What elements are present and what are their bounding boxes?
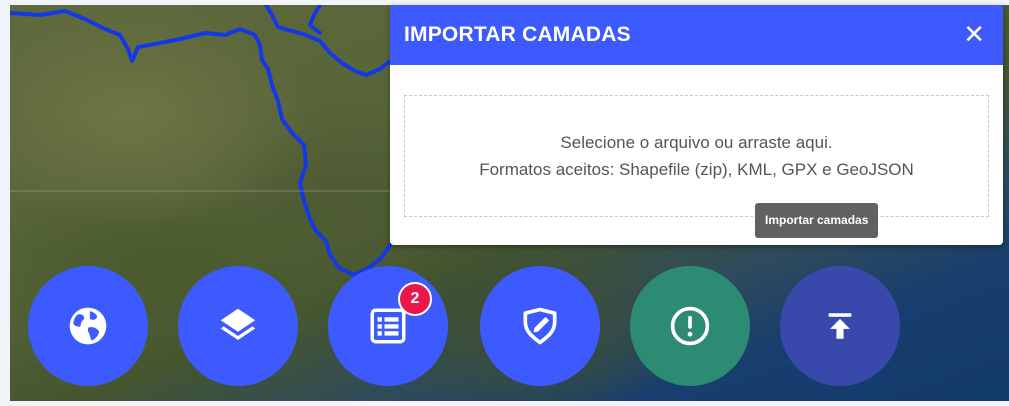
dialog-title: IMPORTAR CAMADAS [404,23,631,46]
file-dropzone[interactable]: Selecione o arquivo ou arraste aqui. For… [404,95,989,217]
globe-icon [69,307,107,345]
river-line [264,5,392,77]
dropzone-formats: Formatos aceitos: Shapefile (zip), KML, … [479,160,914,179]
legend-list-button[interactable]: 2 [328,266,448,386]
upload-icon [828,313,852,339]
notification-badge: 2 [398,282,432,316]
import-layers-button[interactable] [780,266,900,386]
close-icon[interactable]: ✕ [963,22,985,48]
river-line [308,5,322,35]
dialog-header: IMPORTAR CAMADAS ✕ [390,5,1003,65]
basemap-button[interactable] [28,266,148,386]
tooltip: Importar camadas [755,203,879,238]
dropzone-instruction: Selecione o arquivo ou arraste aqui. [560,133,833,152]
alert-icon [670,306,710,346]
layers-icon [220,308,256,340]
layers-button[interactable] [178,266,298,386]
draw-shape-icon [523,307,557,345]
draw-shape-button[interactable] [480,266,600,386]
river-line [10,9,392,277]
alert-button[interactable] [630,266,750,386]
import-layers-dialog: IMPORTAR CAMADAS ✕ Selecione o arquivo o… [390,5,1003,245]
